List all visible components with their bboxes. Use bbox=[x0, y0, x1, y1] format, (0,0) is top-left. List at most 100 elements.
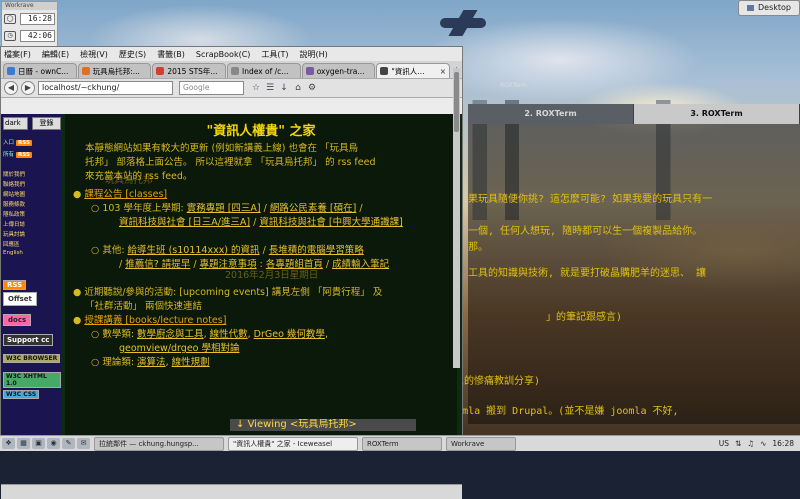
network-icon[interactable]: ⇅ bbox=[735, 439, 741, 448]
browser-tab[interactable]: 2015 STS年... bbox=[152, 63, 227, 78]
course-link[interactable]: 網路公民素養 [碩在] bbox=[270, 203, 356, 214]
scrollbar-thumb[interactable] bbox=[454, 72, 459, 132]
home-icon[interactable]: ⌂ bbox=[292, 83, 304, 93]
feed-link-all[interactable]: 所有 RSS bbox=[3, 150, 32, 158]
other-link[interactable]: 成績輸入筆記 bbox=[332, 259, 389, 270]
menu-bookmarks[interactable]: 書籤(B) bbox=[157, 49, 185, 60]
events-item: ● 近期聽說/參與的活動: [upcoming events] 講見左側 「阿貴… bbox=[73, 287, 383, 298]
other-link[interactable]: 推薦信? 請提早 bbox=[125, 259, 190, 270]
feed-link-entry[interactable]: 入口 RSS bbox=[3, 138, 32, 146]
search-input[interactable]: Google bbox=[179, 81, 244, 95]
course-link[interactable]: 實務專題 [四三A] bbox=[187, 203, 261, 214]
menu-help[interactable]: 說明(H) bbox=[300, 49, 328, 60]
lecture-link[interactable]: 授課講義 [books/lecture notes] bbox=[84, 315, 226, 326]
task-button[interactable]: Workrave bbox=[446, 436, 516, 451]
browser-launcher-icon[interactable]: ◉ bbox=[47, 438, 60, 449]
file-manager-icon[interactable]: ▣ bbox=[32, 438, 45, 449]
roxterm-window-title: ROXTerm bbox=[500, 82, 528, 89]
rss-icon: RSS bbox=[16, 140, 32, 146]
close-tab-icon[interactable]: × bbox=[440, 64, 446, 78]
w3c-xhtml-badge[interactable]: W3C XHTML 1.0 bbox=[3, 372, 61, 388]
volume-icon[interactable]: ♫ bbox=[747, 439, 754, 448]
other-link[interactable]: 給導生班 (s10114xxx) 的資訊 bbox=[128, 245, 260, 256]
roxterm-tab-2[interactable]: 2. ROXTerm bbox=[468, 104, 634, 124]
feed-label: 所有 bbox=[3, 152, 15, 158]
url-bar[interactable]: localhost/~ckhung/ bbox=[38, 81, 173, 95]
terminal-icon[interactable]: ▦ bbox=[17, 438, 30, 449]
support-cc-badge[interactable]: Support cc bbox=[3, 334, 54, 346]
browser-window: 檔案(F) 編輯(E) 檢視(V) 歷史(S) 書籤(B) ScrapBook(… bbox=[0, 46, 463, 499]
w3c-css-badge[interactable]: W3C CSS bbox=[3, 390, 40, 399]
browser-tab[interactable]: 玩具烏托邦:... bbox=[77, 63, 152, 78]
lecture-link-item[interactable]: geomview/drgeo 學相對論 bbox=[119, 343, 240, 354]
sidebar-link[interactable]: 回應區 bbox=[3, 240, 20, 248]
menu-edit[interactable]: 編輯(E) bbox=[42, 49, 69, 60]
browser-scrollbar[interactable] bbox=[453, 68, 460, 368]
rss-badge[interactable]: RSS bbox=[3, 280, 27, 290]
browser-tab[interactable]: oxygen-tra... bbox=[301, 63, 376, 78]
sidebar-link[interactable]: 上傳日誌 bbox=[3, 220, 25, 228]
back-icon[interactable]: ◀ bbox=[4, 81, 18, 95]
browser-tab[interactable]: Index of /c... bbox=[227, 63, 301, 78]
terminal-line: 工具的知識與技術, 就是要打破晶購肥羊的迷思、 讓 bbox=[468, 268, 707, 279]
browser-navbar: ◀ ▶ localhost/~ckhung/ Google ☆ ☰ ↓ ⌂ ⚙ bbox=[1, 79, 462, 98]
keyboard-layout[interactable]: US bbox=[719, 439, 729, 448]
sidebar-link[interactable]: 關於我們 bbox=[3, 170, 25, 178]
clock[interactable]: 16:28 bbox=[772, 439, 794, 448]
download-icon[interactable]: ↓ bbox=[278, 83, 290, 93]
desktop-button[interactable]: Desktop bbox=[738, 0, 800, 16]
rest-break-timer: 42:06 bbox=[20, 29, 55, 42]
ghost-date: 2016年2月3日星期日 bbox=[225, 270, 319, 281]
forward-icon[interactable]: ▶ bbox=[21, 81, 35, 95]
mail-icon[interactable]: ✉ bbox=[77, 438, 90, 449]
other-link[interactable]: 長堆積的電腦學習策略 bbox=[269, 245, 364, 256]
sidebar-link[interactable]: 網站地圖 bbox=[3, 190, 25, 198]
lecture-link-item[interactable]: 數學廚念與工具 bbox=[137, 329, 204, 340]
sidebar-link[interactable]: 隱私政策 bbox=[3, 210, 25, 218]
rss-icon: RSS bbox=[16, 152, 32, 158]
rest-break-row[interactable]: ◷ 42:06 bbox=[2, 27, 57, 44]
menu-tools[interactable]: 工具(T) bbox=[261, 49, 288, 60]
menu-scrapbook[interactable]: ScrapBook(C) bbox=[196, 50, 250, 59]
w3c-browser-badge[interactable]: W3C BROWSER bbox=[3, 354, 61, 363]
theme-select[interactable]: dark bbox=[3, 117, 28, 130]
bookmark-star-icon[interactable]: ☆ bbox=[250, 83, 262, 93]
classes-link[interactable]: 課程公告 [classes] bbox=[84, 189, 167, 200]
lecture-link-item[interactable]: 線性代數 bbox=[210, 329, 248, 340]
lecture-heading: ● 授課講義 [books/lecture notes] bbox=[73, 315, 227, 326]
terminal-line: 一個, 任何人想玩, 隨時都可以生一個複製品給你。 bbox=[468, 226, 703, 237]
wifi-icon[interactable]: ∿ bbox=[760, 439, 766, 448]
desktop-label: Desktop bbox=[758, 3, 791, 12]
task-button-active[interactable]: "資訊人權貴" 之家 - Iceweasel bbox=[228, 436, 358, 451]
browser-tab[interactable]: 日曆 - ownC... bbox=[3, 63, 77, 78]
bookmarks-list-icon[interactable]: ☰ bbox=[264, 83, 276, 93]
math-label: 數學類: bbox=[102, 329, 135, 340]
micro-break-row[interactable]: ◯ 16:28 bbox=[2, 10, 57, 27]
lecture-link-item[interactable]: DrGeo 幾何教學 bbox=[254, 329, 325, 340]
offset-badge[interactable]: Offset bbox=[3, 292, 37, 306]
menu-view[interactable]: 檢視(V) bbox=[80, 49, 108, 60]
course-link[interactable]: 資訊科技與社會 [日三A/進三A] bbox=[119, 217, 250, 228]
lecture-link-item[interactable]: 線性規劃 bbox=[172, 357, 210, 368]
browser-tab-active[interactable]: "資訊人... × bbox=[376, 63, 451, 78]
taskbar: ❖ ▦ ▣ ◉ ✎ ✉ 拉統鄰件 — ckhung.hungsp... "資訊人… bbox=[0, 435, 800, 451]
course-link[interactable]: 資訊科技與社會 [中興大學通識課] bbox=[259, 217, 402, 228]
login-button[interactable]: 登錄 bbox=[32, 117, 61, 130]
sidebar-link[interactable]: English bbox=[3, 250, 23, 256]
menu-history[interactable]: 歷史(S) bbox=[119, 49, 146, 60]
menu-file[interactable]: 檔案(F) bbox=[4, 49, 31, 60]
app-menu-icon[interactable]: ❖ bbox=[2, 438, 15, 449]
sidebar-link[interactable]: 玩具討論 bbox=[3, 230, 25, 238]
lecture-link-item[interactable]: 演算法 bbox=[137, 357, 166, 368]
sidebar-link[interactable]: 聯絡我們 bbox=[3, 180, 25, 188]
addon-icon[interactable]: ⚙ bbox=[306, 83, 318, 93]
editor-icon[interactable]: ✎ bbox=[62, 438, 75, 449]
sidebar-link[interactable]: 服務條款 bbox=[3, 200, 25, 208]
roxterm-tab-3[interactable]: 3. ROXTerm bbox=[634, 104, 800, 124]
roxterm-window[interactable]: 2. ROXTerm 3. ROXTerm 果玩具隨便你挑? 這怎麼可能? 如果… bbox=[408, 104, 800, 424]
workrave-widget: Workrave ◯ 16:28 ◷ 42:06 bbox=[1, 1, 58, 47]
task-button[interactable]: ROXTerm bbox=[362, 436, 442, 451]
task-button[interactable]: 拉統鄰件 — ckhung.hungsp... bbox=[94, 436, 224, 451]
docs-badge[interactable]: docs bbox=[3, 314, 32, 326]
list-item: ○ 數學類: 數學廚念與工具, 線性代數, DrGeo 幾何教學, bbox=[91, 329, 328, 340]
